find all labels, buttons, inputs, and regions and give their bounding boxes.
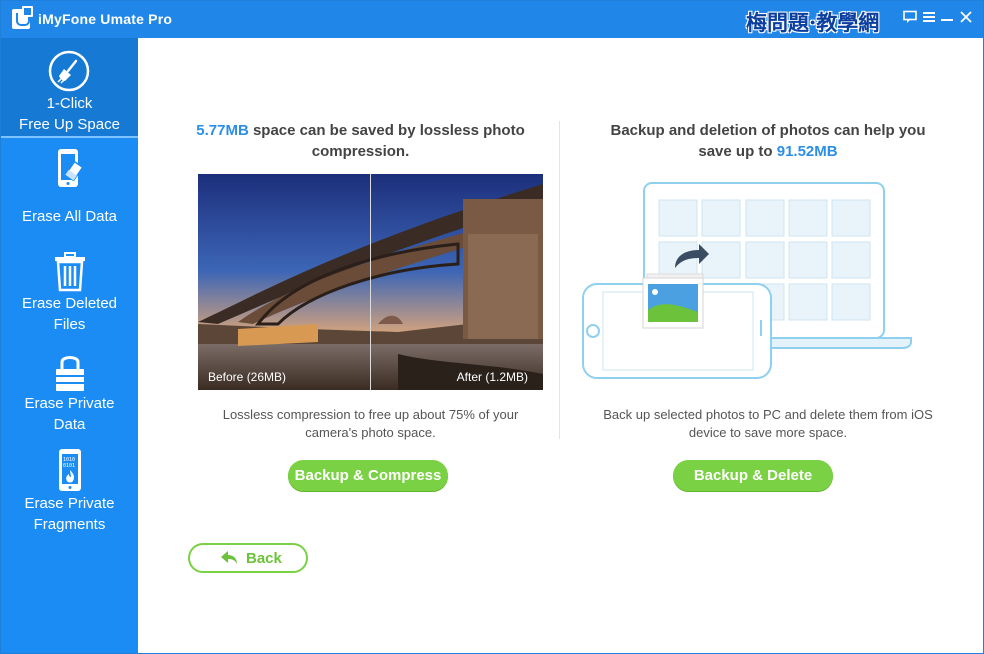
sidebar-item-label: Data <box>53 416 86 433</box>
sidebar-item-label: Erase Private <box>24 495 115 512</box>
sidebar-item-label: Files <box>53 316 86 333</box>
feedback-icon[interactable] <box>903 10 919 28</box>
compress-desc-line2: camera's photo space. <box>305 425 436 440</box>
phone-eraser-icon <box>56 148 88 197</box>
window-title: iMyFone Umate Pro <box>38 11 173 27</box>
watermark-text: 梅問題·教學網 <box>746 10 880 35</box>
main-panel: 5.77MB space can be saved by lossless ph… <box>138 38 983 653</box>
backup-delete-button[interactable]: Backup & Delete <box>673 460 833 491</box>
sidebar-item-label: Fragments <box>33 516 106 533</box>
sidebar-item-erase-deleted-files[interactable]: Erase Deleted Files <box>1 238 138 338</box>
title-bar: iMyFone Umate Pro 梅問題·教學網 <box>1 1 983 38</box>
before-label: Before (26MB) <box>208 370 287 384</box>
back-arrow-icon <box>220 550 238 570</box>
minimize-icon[interactable] <box>940 10 956 28</box>
sidebar-item-erase-private-data[interactable]: Erase Private Data <box>1 338 138 438</box>
backup-illustration <box>581 180 916 385</box>
compress-amount: 5.77MB <box>196 122 249 139</box>
compress-title: 5.77MB space can be saved by lossless ph… <box>178 120 543 162</box>
sidebar-item-label: Free Up Space <box>19 116 120 133</box>
menu-icon[interactable] <box>922 10 938 28</box>
sidebar: 1-Click Free Up Space Erase All Data Era… <box>1 38 138 653</box>
backup-description: Back up selected photos to PC and delete… <box>568 406 968 442</box>
sidebar-item-label: Erase Deleted <box>21 295 118 312</box>
compress-title-text: space can be saved by lossless photo <box>248 122 525 139</box>
backup-desc-line1: Back up selected photos to PC and delete… <box>603 407 933 422</box>
app-logo-icon <box>12 6 33 29</box>
backup-amount: 91.52MB <box>776 143 838 160</box>
compress-title-line2: compression. <box>311 143 410 160</box>
after-label: After (1.2MB) <box>456 370 528 384</box>
close-icon[interactable] <box>959 10 975 28</box>
compress-desc-line1: Lossless compression to free up about 75… <box>222 407 519 422</box>
sidebar-item-erase-all-data[interactable]: Erase All Data <box>1 140 138 238</box>
sidebar-item-label: Erase All Data <box>21 208 118 225</box>
backup-title: Backup and deletion of photos can help y… <box>568 120 968 162</box>
sidebar-item-label: 1-Click <box>46 95 93 112</box>
backup-compress-button[interactable]: Backup & Compress <box>288 460 448 491</box>
compress-description: Lossless compression to free up about 75… <box>178 406 563 442</box>
column-divider <box>559 121 560 439</box>
back-button[interactable]: Back <box>188 543 308 573</box>
back-label: Back <box>246 550 282 567</box>
trash-icon <box>53 252 87 297</box>
comparison-photo: Before (26MB) After (1.2MB) <box>198 174 543 390</box>
sidebar-item-erase-private-fragments[interactable]: 1010 0101 Erase Private Fragments <box>1 438 138 538</box>
backup-desc-line2: device to save more space. <box>688 425 848 440</box>
broom-icon <box>48 50 90 97</box>
sidebar-item-label: Erase Private <box>24 395 115 412</box>
svg-text:0101: 0101 <box>63 463 75 469</box>
backup-title-prefix: save up to <box>698 143 777 160</box>
app-window: iMyFone Umate Pro 梅問題·教學網 1-Click Free U… <box>0 0 984 654</box>
backup-title-line1: Backup and deletion of photos can help y… <box>610 122 926 139</box>
lock-icon <box>54 352 86 397</box>
phone-fire-icon: 1010 0101 <box>58 448 82 497</box>
sidebar-item-free-up-space[interactable]: 1-Click Free Up Space <box>1 38 138 138</box>
